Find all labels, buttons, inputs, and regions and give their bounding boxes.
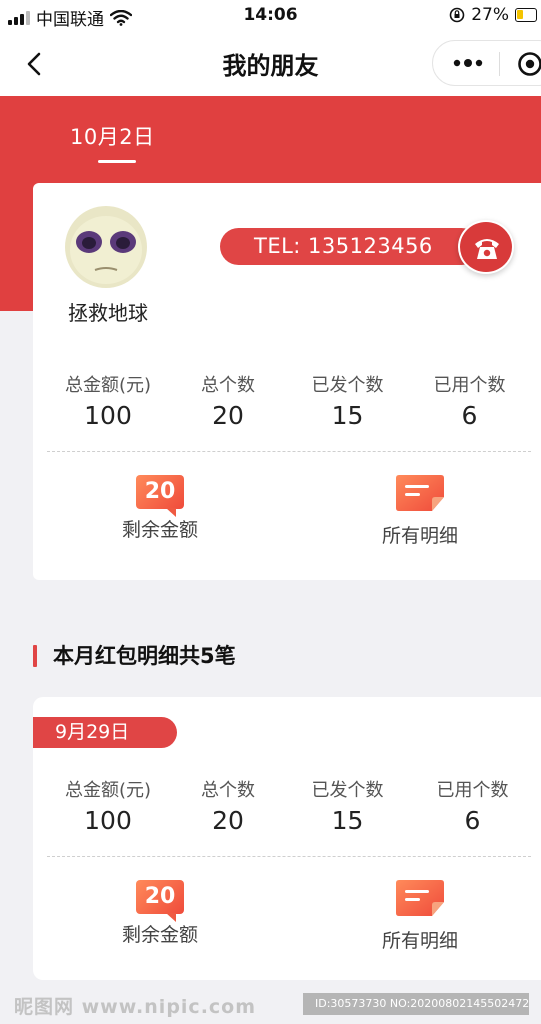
divider (47, 451, 531, 452)
rotation-lock-icon (449, 7, 465, 23)
stat-label: 总个数 (201, 375, 255, 396)
stat-label: 已用个数 (433, 375, 506, 396)
stat-total-amount: 总金额(元) 100 (53, 776, 163, 835)
tab-underline (98, 160, 136, 163)
avatar[interactable] (65, 206, 147, 288)
remaining-label: 剩余金额 (121, 924, 198, 946)
remaining-badge: 20 (136, 475, 184, 517)
stat-value: 6 (464, 806, 481, 835)
stat-value: 20 (212, 401, 244, 430)
stat-value: 6 (461, 401, 478, 430)
record-date-badge: 9月29日 (33, 717, 177, 748)
list-icon (396, 475, 444, 511)
all-details-button[interactable]: 所有明细 (363, 880, 477, 953)
battery-icon (515, 8, 537, 22)
details-label: 所有明细 (381, 930, 458, 952)
divider (47, 856, 531, 857)
stat-total-count: 总个数 20 (183, 371, 273, 430)
stat-value: 15 (331, 806, 364, 835)
status-bar: 中国联通 14:06 27% (0, 0, 541, 32)
section-title: 本月红包明细共5笔 (33, 643, 236, 669)
stat-label: 总金额(元) (64, 780, 152, 801)
telephone-icon (475, 239, 499, 259)
remaining-amount-button[interactable]: 20 剩余金额 (103, 475, 217, 542)
watermark-brand: 昵图网 www.nipic.com (14, 996, 257, 1018)
stat-label: 总金额(元) (64, 375, 152, 396)
tab-date[interactable]: 10月2日 (70, 121, 155, 151)
stat-total-count: 总个数 20 (183, 776, 273, 835)
stat-label: 已用个数 (436, 780, 509, 801)
stat-sent-count: 已发个数 15 (300, 776, 395, 835)
stat-label: 已发个数 (311, 780, 384, 801)
friend-summary-card: 拯救地球 TEL: 135123456 总金额(元) 100 总个数 20 已发… (33, 183, 541, 580)
friend-name: 拯救地球 (68, 301, 148, 325)
stat-value: 100 (84, 401, 132, 430)
remaining-amount-button[interactable]: 20 剩余金额 (103, 880, 217, 947)
details-label: 所有明细 (381, 525, 458, 547)
more-icon[interactable] (451, 52, 485, 74)
tel-button[interactable]: TEL: 135123456 (220, 228, 480, 265)
list-icon (396, 880, 444, 916)
stat-label: 已发个数 (311, 375, 384, 396)
battery-percent: 27% (471, 5, 509, 25)
capsule-divider (499, 52, 500, 76)
stat-used-count: 已用个数 6 (425, 776, 520, 835)
nav-bar: 我的朋友 (0, 32, 541, 96)
all-details-button[interactable]: 所有明细 (363, 475, 477, 548)
remaining-label: 剩余金额 (121, 519, 198, 541)
close-mini-program-icon[interactable] (517, 51, 541, 77)
status-right: 27% (449, 5, 537, 25)
stat-value: 100 (84, 806, 132, 835)
record-card: 9月29日 总金额(元) 100 总个数 20 已发个数 15 已用个数 6 2… (33, 697, 541, 980)
stat-label: 总个数 (201, 780, 255, 801)
stat-sent-count: 已发个数 15 (300, 371, 395, 430)
stat-value: 20 (212, 806, 244, 835)
stat-used-count: 已用个数 6 (422, 371, 517, 430)
call-button[interactable] (458, 220, 514, 274)
stat-value: 15 (331, 401, 364, 430)
remaining-badge: 20 (136, 880, 184, 922)
watermark-id: ID:30573730 NO:20200802145502472033 (303, 993, 529, 1015)
stat-total-amount: 总金额(元) 100 (53, 371, 163, 430)
mini-program-capsule (432, 40, 541, 86)
